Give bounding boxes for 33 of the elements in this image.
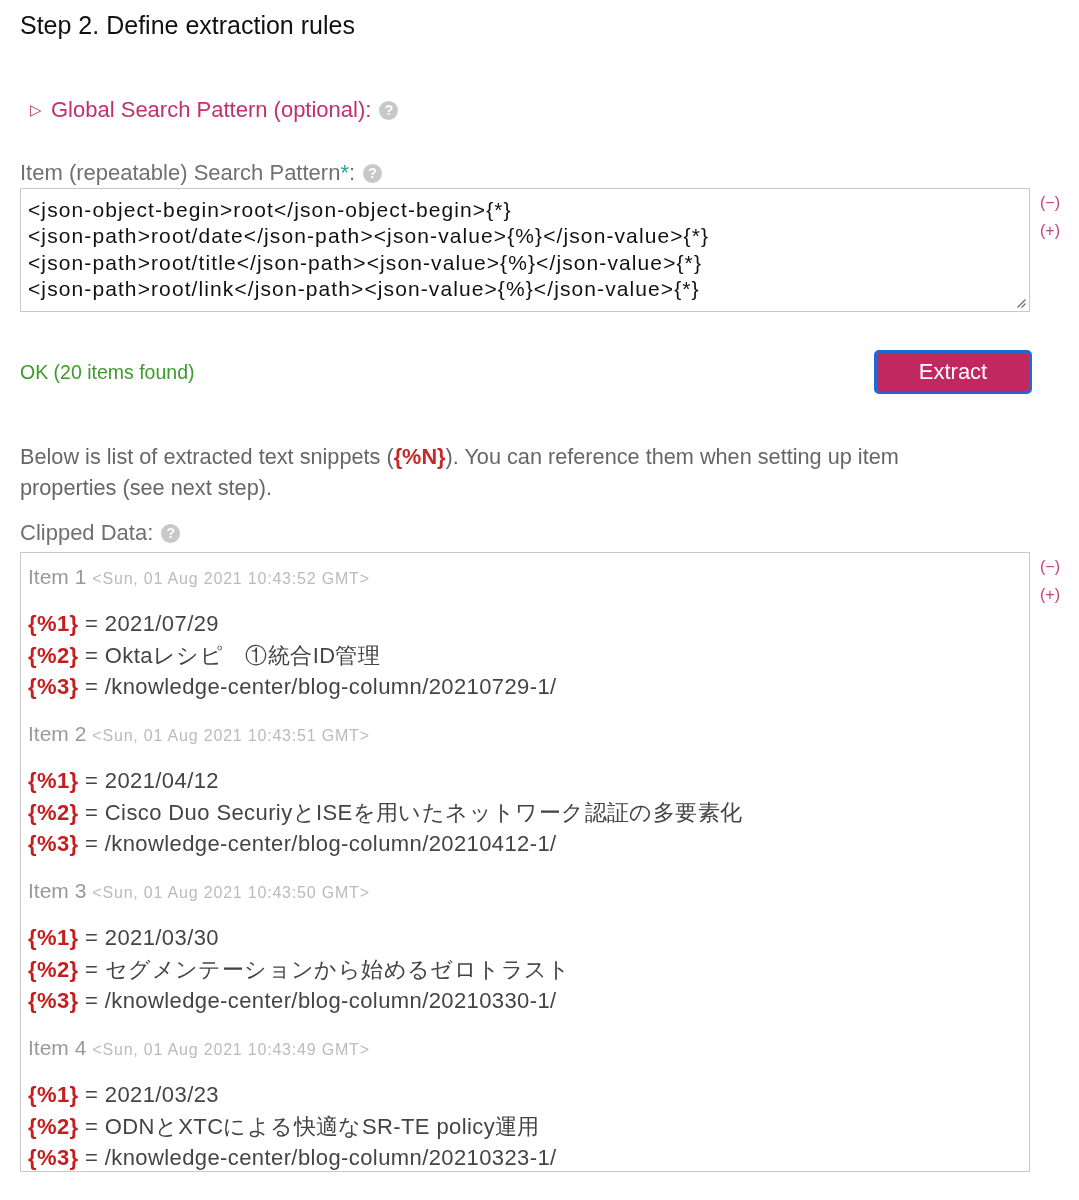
field-line: {%2} = Oktaレシピ ①統合ID管理 <box>28 641 382 670</box>
field-line: {%3} = /knowledge-center/blog-column/20210729-1/ <box>28 673 558 701</box>
step-title: Step 2. Define extraction rules <box>20 11 355 39</box>
field-label: Clipped Data: <box>20 520 154 546</box>
field-line: {%3} = /knowledge-center/blog-column/20210412-1/ <box>28 830 558 858</box>
item-timestamp: <Sun, 01 Aug 2021 10:43:50 GMT> <box>92 883 370 903</box>
field-line: {%2} = セグメンテーションから始めるゼロトラスト <box>28 955 572 984</box>
item-timestamp: <Sun, 01 Aug 2021 10:43:52 GMT> <box>92 569 370 589</box>
field-label: Item (repeatable) Search Pattern*: <box>20 160 356 186</box>
field-line: {%1} = 2021/03/23 <box>28 1081 220 1109</box>
shrink-link[interactable]: (−) <box>1040 193 1060 213</box>
extract-button[interactable]: Extract <box>874 350 1032 394</box>
grow-link[interactable]: (+) <box>1040 585 1060 605</box>
grow-link[interactable]: (+) <box>1040 221 1060 241</box>
field-line: {%3} = /knowledge-center/blog-column/20210323-1/ <box>28 1144 558 1171</box>
description-text: Below is list of extracted text snippets ({%N}). You can reference them when setting up item properties (see next step). <box>20 442 900 502</box>
field-line: {%2} = Cisco Duo SecuriyとISEを用いたネットワーク認証の多要素化 <box>28 798 744 827</box>
field-line: {%1} = 2021/07/29 <box>28 610 220 638</box>
status-message: OK (20 items found) <box>20 360 195 384</box>
item-title: Item 2 <box>28 721 87 747</box>
field-line: {%1} = 2021/03/30 <box>28 924 220 952</box>
global-pattern-toggle[interactable]: ▷ Global Search Pattern (optional): <box>30 96 372 124</box>
search-pattern-field[interactable]: <json-object-begin>root</json-object-begin>{*} <json-path>root/date</json-path><json-value>{%}</json-value>{*} <json-path>root/title</json-path><json-value>{%}</json-value>{*} <json-path>root/link</json-path><json-value>{%}</json-value>{*} <box>20 188 1030 312</box>
item-timestamp: <Sun, 01 Aug 2021 10:43:51 GMT> <box>92 726 370 746</box>
item-title: Item 3 <box>28 878 87 904</box>
field-line: {%3} = /knowledge-center/blog-column/20210330-1/ <box>28 987 558 1015</box>
field-line: {%1} = 2021/04/12 <box>28 767 220 795</box>
item-title: Item 4 <box>28 1035 87 1061</box>
item-timestamp: <Sun, 01 Aug 2021 10:43:49 GMT> <box>92 1040 370 1060</box>
shrink-link[interactable]: (−) <box>1040 557 1060 577</box>
field-line: {%2} = ODNとXTCによる快適なSR-TE policy運用 <box>28 1112 541 1141</box>
item-title: Item 1 <box>28 564 87 590</box>
resize-grip-icon[interactable] <box>1017 299 1026 308</box>
